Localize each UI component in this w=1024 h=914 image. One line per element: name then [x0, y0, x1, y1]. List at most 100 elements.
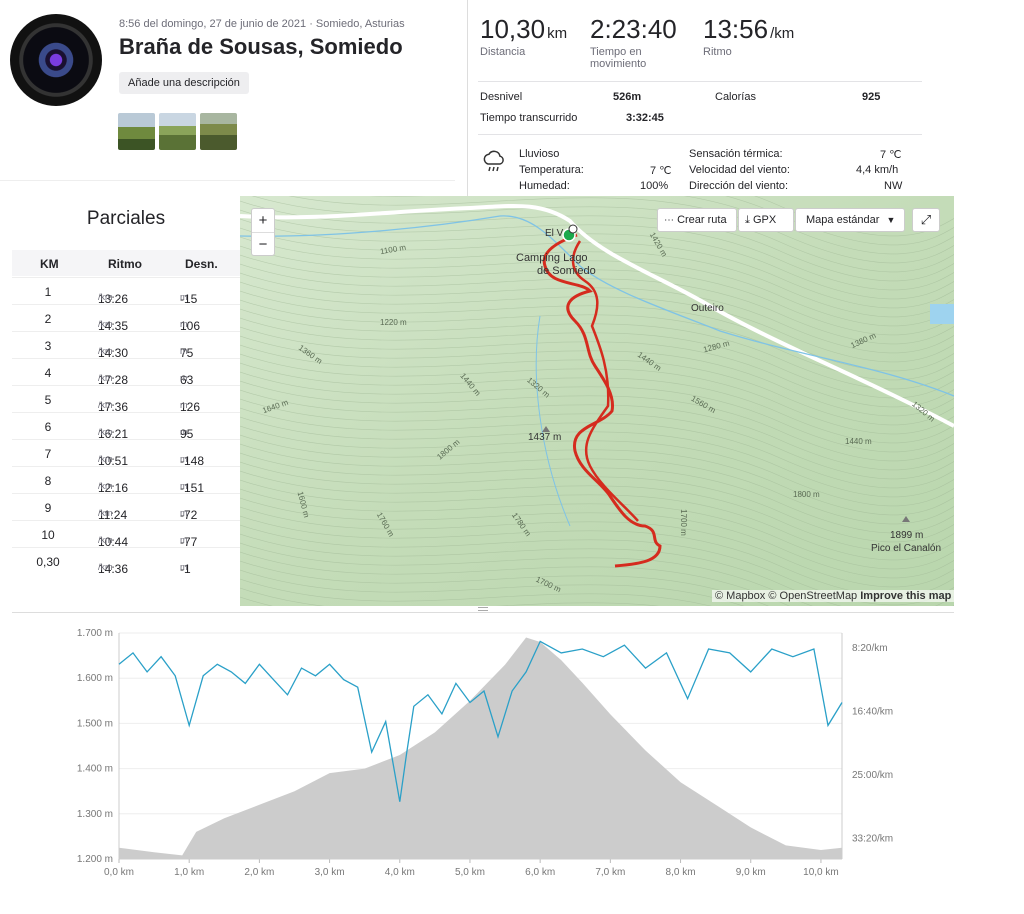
x-tick-label: 2,0 km: [244, 867, 274, 878]
split-row: 6 16:21 /km 95 m: [12, 412, 240, 441]
split-km: 6: [44, 420, 52, 434]
pace-label: Ritmo: [703, 46, 732, 58]
header-pace: Ritmo: [108, 257, 142, 271]
photo-thumbnail[interactable]: [118, 113, 155, 150]
moving-time-label: Tiempo en movimiento: [590, 46, 647, 70]
contour-label: 1440 m: [845, 437, 872, 446]
osm-link[interactable]: © OpenStreetMap: [768, 590, 857, 602]
pace-value: 13:56/km: [703, 14, 795, 44]
split-km: 2: [44, 312, 52, 326]
split-row: 10 10:44 /km -77 m: [12, 520, 240, 549]
contour-label: 1800 m: [793, 490, 820, 499]
header-km: KM: [40, 257, 59, 271]
y-left-tick-label: 1.200 m: [77, 854, 113, 865]
wind-speed-value: 4,4 km/h: [856, 164, 899, 176]
zoom-controls: + −: [251, 208, 275, 256]
split-km: 4: [44, 366, 52, 380]
map-label: 1437 m: [528, 432, 562, 443]
y-left-tick-label: 1.500 m: [77, 718, 113, 729]
x-tick-label: 8,0 km: [666, 867, 696, 878]
route-icon: ⋯: [664, 215, 674, 226]
map-attribution: © Mapbox © OpenStreetMap Improve this ma…: [712, 590, 955, 602]
split-km: 7: [44, 447, 52, 461]
x-tick-label: 5,0 km: [455, 867, 485, 878]
zoom-out-button[interactable]: −: [252, 233, 274, 256]
divider: [467, 0, 468, 196]
expand-icon: ⤢: [920, 212, 932, 227]
map-style-label: Mapa estándar: [806, 214, 880, 226]
calories-label: Calorías: [715, 91, 756, 103]
splits-header-row: KM Ritmo Desn.: [12, 250, 240, 276]
y-left-tick-label: 1.300 m: [77, 809, 113, 820]
y-right-tick-label: 25:00/km: [852, 770, 893, 781]
map-label: Pico el Canalón: [871, 543, 942, 554]
divider: [478, 134, 922, 135]
split-km: 10: [41, 528, 55, 542]
elevation-chart[interactable]: 1.700 m 1.600 m 1.500 m 1.400 m 1.300 m 1.200…: [12, 612, 954, 887]
elapsed-label: Tiempo transcurrido: [480, 112, 578, 124]
wind-speed-label: Velocidad del viento:: [689, 164, 790, 176]
humidity-label: Humedad:: [519, 180, 570, 192]
photo-thumbnail[interactable]: [159, 113, 196, 150]
split-row: 9 11:24 /km -72 m: [12, 493, 240, 522]
x-tick-label: 3,0 km: [315, 867, 345, 878]
weather-condition: Lluvioso: [519, 148, 560, 160]
temperature-label: Temperatura:: [519, 164, 584, 176]
feels-like-label: Sensación térmica:: [689, 148, 783, 160]
elevation-label: Desnivel: [480, 91, 523, 103]
calories-value: 925: [862, 91, 881, 103]
header-elev: Desn.: [185, 257, 218, 271]
mapbox-link[interactable]: © Mapbox: [715, 590, 765, 602]
split-km: 0,30: [36, 555, 60, 569]
split-km: 5: [44, 393, 52, 407]
split-row: 5 17:36 /km 126 m: [12, 385, 240, 414]
map-label: 1899 m: [890, 530, 924, 541]
caret-down-icon: ▼: [886, 215, 896, 225]
split-row: 2 14:35 /km 106 m: [12, 304, 240, 333]
x-tick-label: 1,0 km: [174, 867, 204, 878]
split-row: 3 14:30 /km 75 m: [12, 331, 240, 360]
map-label: Camping Lago: [516, 252, 588, 264]
divider: [478, 81, 922, 82]
create-route-label: Crear ruta: [677, 214, 727, 226]
gpx-download-button[interactable]: ⤓ GPX: [738, 208, 794, 232]
distance-value: 10,30 km: [480, 14, 568, 44]
fullscreen-button[interactable]: ⤢: [912, 208, 940, 232]
split-km: 3: [44, 339, 52, 353]
x-tick-label: 0,0 km: [104, 867, 134, 878]
map-style-select[interactable]: Mapa estándar ▼: [795, 208, 905, 232]
wind-direction-label: Dirección del viento:: [689, 180, 789, 192]
athlete-avatar[interactable]: [10, 14, 102, 106]
y-left-tick-label: 1.600 m: [77, 673, 113, 684]
split-km: 9: [44, 501, 52, 515]
moving-time-value: 2:23:40: [590, 14, 677, 44]
add-description-button[interactable]: Añade una descripción: [119, 72, 249, 94]
create-route-button[interactable]: ⋯ Crear ruta: [657, 208, 737, 232]
photo-thumbnail[interactable]: [200, 113, 237, 150]
elevation-area: [119, 637, 842, 859]
x-tick-label: 7,0 km: [595, 867, 625, 878]
split-row: 7 10:51 /km -148 m: [12, 439, 240, 468]
contour-label: 1220 m: [380, 318, 407, 327]
feels-like-value: 7 ℃: [880, 149, 902, 161]
y-left-tick-label: 1.700 m: [77, 628, 113, 639]
map-label: de Somiedo: [537, 265, 596, 277]
finish-marker: [568, 224, 578, 234]
y-right-tick-label: 33:20/km: [852, 834, 893, 845]
rain-cloud-icon: [481, 148, 507, 174]
route-map[interactable]: [240, 196, 954, 606]
improve-map-link[interactable]: Improve this map: [860, 590, 951, 602]
wind-direction-value: NW: [884, 180, 903, 192]
map-label: Outeiro: [691, 303, 724, 314]
y-right-tick-label: 8:20/km: [852, 643, 888, 654]
distance-label: Distancia: [480, 46, 526, 58]
splits-title: Parciales: [86, 208, 166, 229]
split-km: 1: [44, 285, 52, 299]
split-row: 8 12:16 /km -151 m: [12, 466, 240, 495]
contour-label: 1700 m: [678, 509, 688, 536]
x-tick-label: 6,0 km: [525, 867, 555, 878]
elevation-chart-svg: 1.700 m 1.600 m 1.500 m 1.400 m 1.300 m 1.200…: [77, 628, 893, 878]
activity-title: Braña de Sousas, Somiedo: [119, 34, 403, 59]
y-right-tick-label: 16:40/km: [852, 706, 893, 717]
zoom-in-button[interactable]: +: [252, 209, 274, 233]
